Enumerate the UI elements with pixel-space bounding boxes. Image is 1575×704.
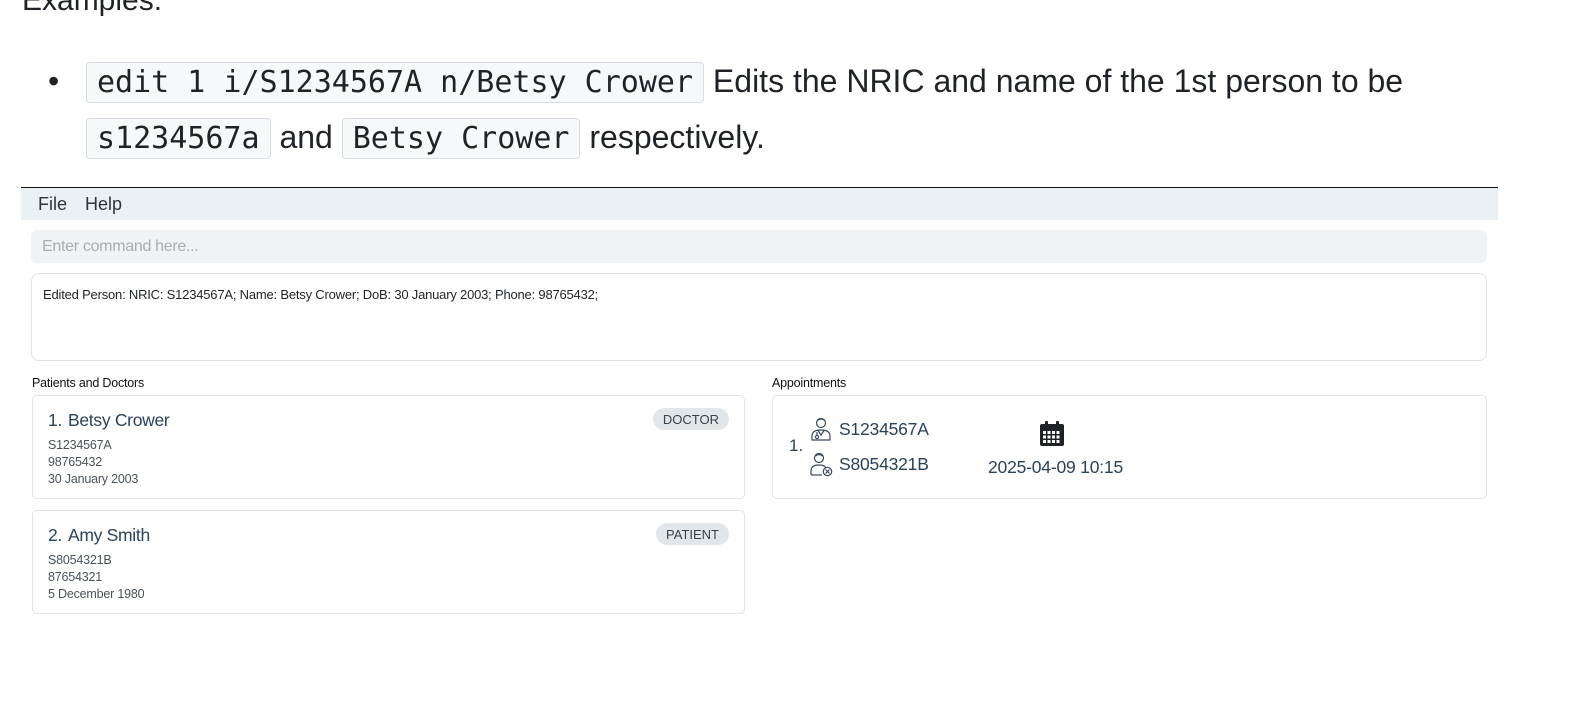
- person-card[interactable]: 2. Amy Smith S8054321B 87654321 5 Decembe…: [32, 510, 745, 614]
- doc-text-part: Edits the NRIC and name of the 1st perso…: [704, 63, 1404, 99]
- patient-icon: [809, 451, 833, 477]
- menu-help[interactable]: Help: [85, 194, 122, 215]
- code-command-example: edit 1 i/S1234567A n/Betsy Crower: [86, 62, 705, 103]
- person-nric: S1234567A: [48, 438, 112, 452]
- code-nric-example: s1234567a: [86, 118, 271, 159]
- role-badge: PATIENT: [656, 523, 729, 545]
- person-dob: 30 January 2003: [48, 472, 139, 486]
- role-badge: DOCTOR: [652, 408, 729, 430]
- patient-nric: S8054321B: [839, 453, 929, 474]
- appointment-datetime: 2025-04-09 10:15: [988, 457, 1123, 477]
- doc-text-part: respectively.: [580, 119, 765, 155]
- person-phone: 98765432: [48, 455, 103, 469]
- app-window: File Help Enter command here... Edited P…: [21, 187, 1498, 687]
- appointments-panel-title: Appointments: [772, 376, 847, 390]
- calendar-icon: [1039, 420, 1065, 452]
- doc-heading: Examples:: [22, 0, 163, 17]
- menu-file[interactable]: File: [38, 194, 67, 215]
- appointment-patient: S8054321B: [809, 451, 929, 477]
- doctor-icon: [809, 416, 833, 442]
- appointment-doctor: S1234567A: [809, 416, 929, 442]
- code-name-example: Betsy Crower: [341, 118, 581, 159]
- person-nric: S8054321B: [48, 553, 112, 567]
- doctor-nric: S1234567A: [839, 418, 929, 439]
- doc-example-text: edit 1 i/S1234567A n/Betsy Crower Edits …: [86, 54, 1486, 166]
- person-card[interactable]: 1. Betsy Crower S1234567A 98765432 30 Jan…: [32, 395, 745, 499]
- result-display: Edited Person: NRIC: S1234567A; Name: Be…: [31, 273, 1487, 361]
- person-dob: 5 December 1980: [48, 587, 145, 601]
- command-input[interactable]: Enter command here...: [31, 230, 1487, 263]
- bullet-point: •: [48, 63, 60, 99]
- persons-panel-title: Patients and Doctors: [32, 376, 145, 390]
- appointment-index: 1.: [789, 436, 804, 455]
- doc-text-part: and: [270, 119, 342, 155]
- person-name: 1. Betsy Crower: [48, 410, 170, 430]
- person-phone: 87654321: [48, 570, 103, 584]
- appointment-card[interactable]: 1. S1234567A S8054321B 2025-04-09 10:15: [772, 395, 1487, 499]
- menu-bar: File Help: [21, 188, 1498, 220]
- person-name: 2. Amy Smith: [48, 525, 150, 545]
